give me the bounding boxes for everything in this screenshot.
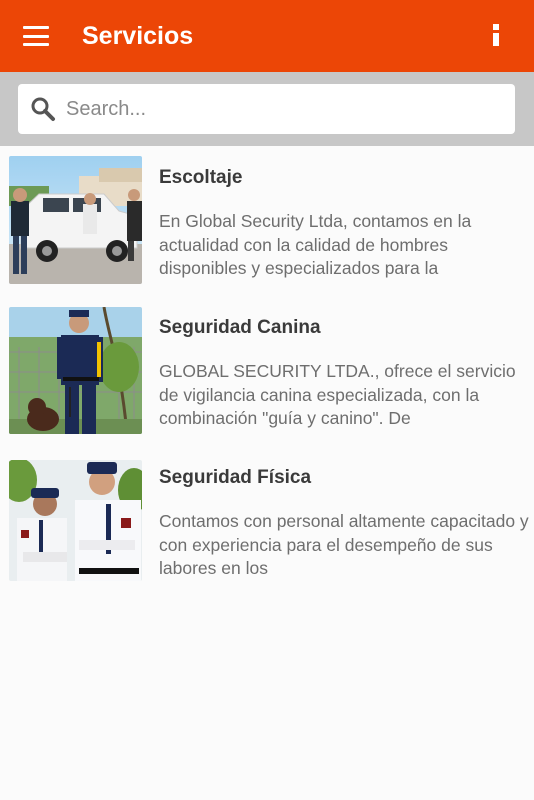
seguridad-fisica-image (9, 460, 142, 581)
hamburger-menu-icon (23, 26, 49, 46)
list-item-seguridad-canina[interactable]: Seguridad Canina GLOBAL SECURITY LTDA., … (0, 296, 534, 446)
search-icon (31, 97, 55, 121)
item-title: Seguridad Física (159, 467, 312, 488)
item-description: Contamos con personal altamente capacita… (159, 511, 529, 578)
seguridad-canina-image (9, 307, 142, 434)
search-box[interactable] (18, 84, 515, 134)
search-input[interactable] (66, 84, 506, 134)
list-item-escoltaje[interactable]: Escoltaje En Global Security Ltda, conta… (0, 146, 534, 296)
item-description: En Global Security Ltda, contamos en la … (159, 211, 472, 278)
escoltaje-image (9, 156, 142, 284)
page-title: Servicios (82, 22, 194, 50)
item-title: Escoltaje (159, 167, 243, 188)
search-bar (0, 72, 534, 146)
list-item-seguridad-fisica[interactable]: Seguridad Física Contamos con personal a… (0, 446, 534, 596)
item-title: Seguridad Canina (159, 317, 321, 338)
menu-button[interactable] (14, 14, 58, 58)
info-button[interactable] (488, 18, 504, 54)
app-bar: Servicios (0, 0, 534, 72)
item-description: GLOBAL SECURITY LTDA., ofrece el servici… (159, 361, 516, 428)
